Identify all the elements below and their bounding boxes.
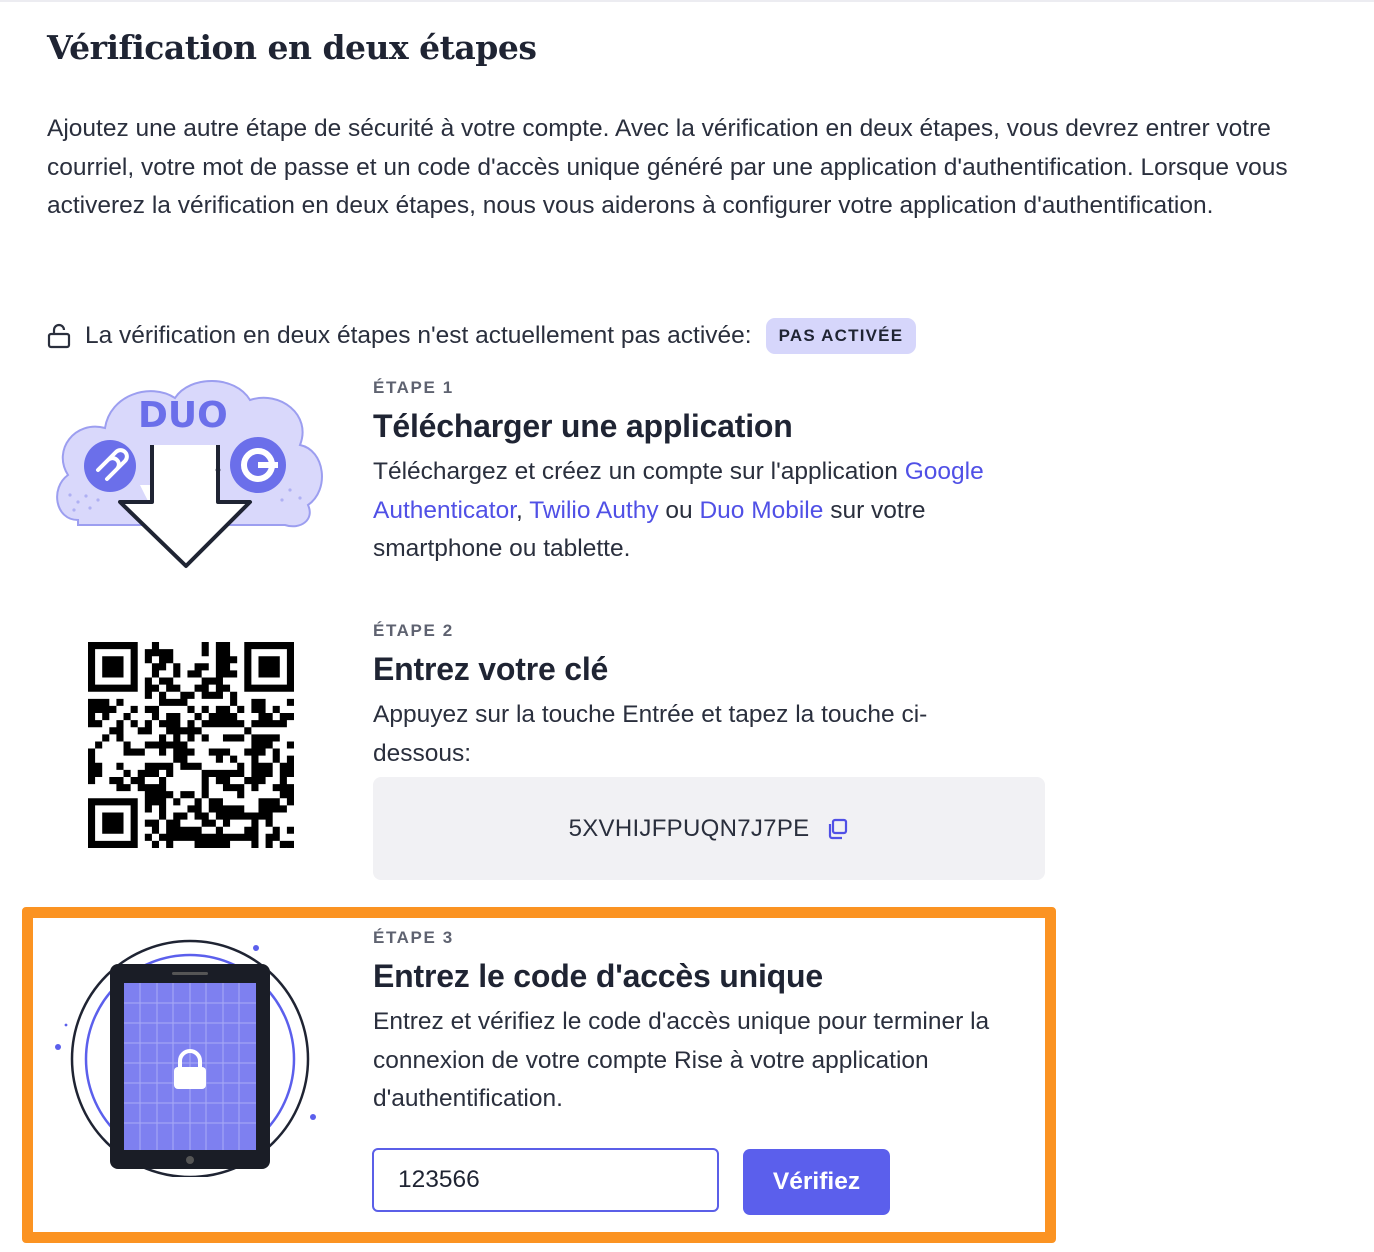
download-app-illustration: DUO bbox=[56, 380, 323, 568]
intro-text: Ajoutez une autre étape de sécurité à vo… bbox=[47, 115, 1288, 219]
separator-comma: , bbox=[516, 496, 530, 524]
step-2-title: Entrez votre clé bbox=[373, 651, 609, 687]
code-input[interactable] bbox=[372, 1148, 719, 1212]
step-1-title: Télécharger une application bbox=[373, 408, 793, 444]
secret-key-box: 5XVHIJFPUQN7J7PE bbox=[373, 777, 1045, 880]
step-1-label: ÉTAPE 1 bbox=[373, 378, 454, 397]
separator-or: ou bbox=[658, 496, 700, 524]
step-2-description: Appuyez sur la touche Entrée et tapez la… bbox=[373, 701, 928, 767]
status-text: La vérification en deux étapes n'est act… bbox=[85, 322, 752, 349]
qr-modules bbox=[88, 642, 294, 848]
authy-logo-icon bbox=[84, 440, 136, 492]
duo-mobile-link[interactable]: Duo Mobile bbox=[699, 497, 823, 524]
status-badge: PAS ACTIVÉE bbox=[765, 318, 917, 354]
step-3-label: ÉTAPE 3 bbox=[373, 928, 454, 947]
step-1: ÉTAPE 1 Télécharger une application Télé… bbox=[373, 378, 1048, 569]
secret-key: 5XVHIJFPUQN7J7PE bbox=[568, 814, 810, 842]
copy-icon[interactable] bbox=[825, 817, 849, 841]
status-row: La vérification en deux étapes n'est act… bbox=[47, 316, 917, 356]
step-2: ÉTAPE 2 Entrez votre clé Appuyez sur la … bbox=[373, 621, 1048, 773]
tablet-lock-illustration bbox=[55, 939, 316, 1177]
verify-button[interactable]: Vérifiez bbox=[743, 1149, 890, 1215]
duo-logo-text: DUO bbox=[138, 395, 228, 436]
qr-code bbox=[88, 642, 294, 848]
unlocked-lock-icon bbox=[47, 323, 71, 349]
two-step-card: Vérification en deux étapes Ajoutez une … bbox=[0, 0, 1374, 1252]
step-3-description: Entrez et vérifiez le code d'accès uniqu… bbox=[373, 1008, 990, 1112]
step-3-title: Entrez le code d'accès unique bbox=[373, 958, 823, 994]
step-1-description: Téléchargez et créez un compte sur l'app… bbox=[373, 453, 1048, 569]
step-1-desc-start: Téléchargez et créez un compte sur l'app… bbox=[373, 458, 905, 485]
twilio-authy-link[interactable]: Twilio Authy bbox=[529, 497, 658, 524]
step-2-label: ÉTAPE 2 bbox=[373, 621, 454, 640]
step-3: ÉTAPE 3 Entrez le code d'accès unique En… bbox=[373, 928, 1048, 1119]
page-title: Vérification en deux étapes bbox=[47, 28, 537, 67]
